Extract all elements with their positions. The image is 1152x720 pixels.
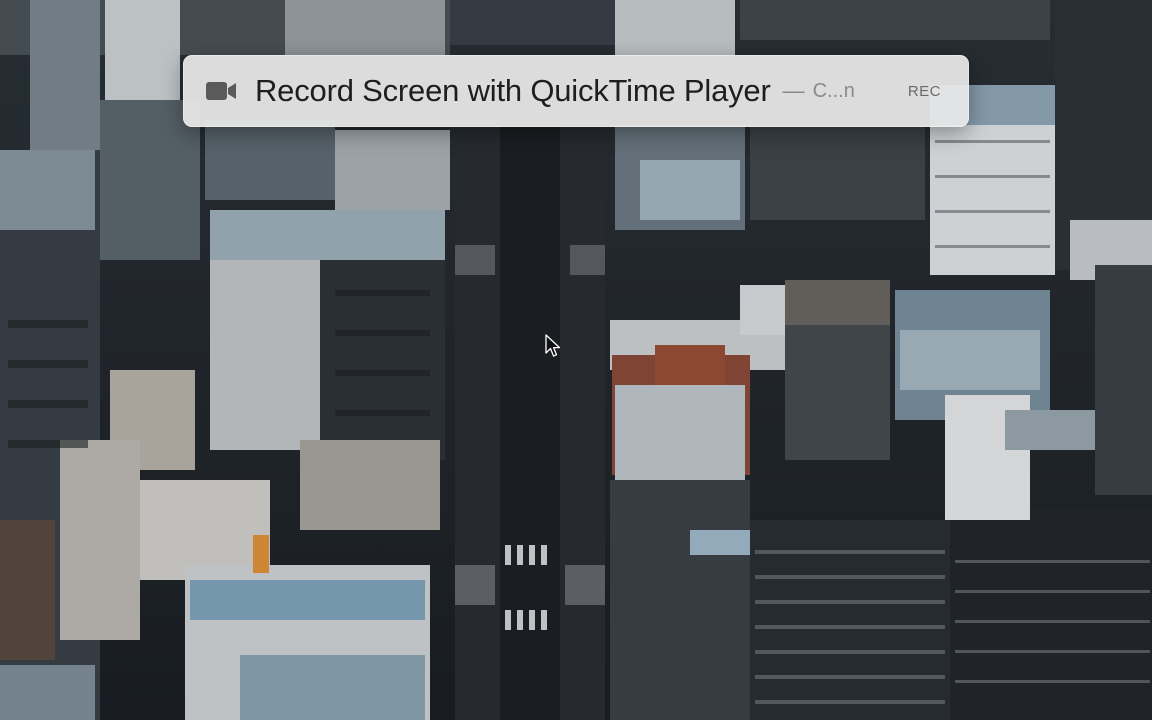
- spotlight-result-hint: C...n: [812, 79, 855, 102]
- video-camera-icon: [206, 82, 236, 100]
- spotlight-query-text[interactable]: Record Screen with QuickTime Player: [255, 73, 771, 109]
- spotlight-rec-badge: REC: [907, 82, 941, 100]
- spotlight-search-bar[interactable]: Record Screen with QuickTime Player — C.…: [183, 55, 969, 127]
- mouse-pointer-icon: [545, 334, 561, 357]
- spotlight-separator: —: [782, 78, 805, 103]
